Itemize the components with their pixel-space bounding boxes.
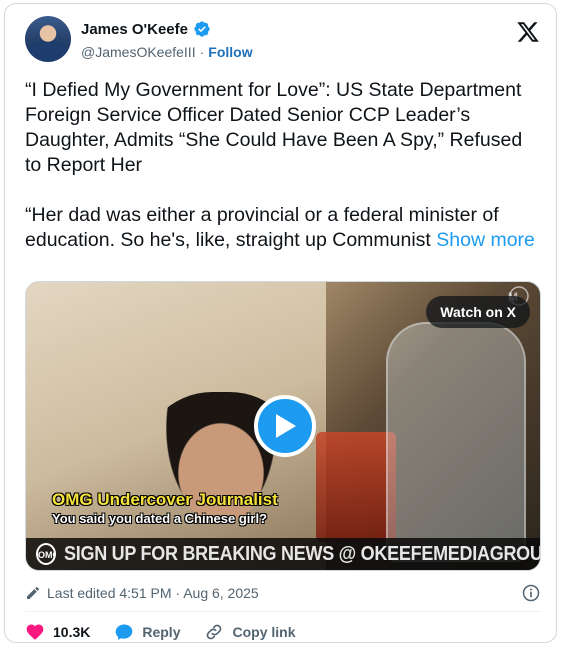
pencil-icon [27, 586, 40, 599]
video-caption-line: You said you dated a Chinese girl? [52, 511, 268, 526]
info-icon[interactable] [521, 583, 541, 603]
edited-row: Last edited 4:51 PM · Aug 6, 2025 [25, 582, 541, 604]
reply-bubble-icon [116, 624, 133, 640]
x-logo-icon[interactable] [516, 20, 540, 44]
play-icon [276, 414, 296, 438]
author-handle-row: @JamesOKeefeIII · Follow [81, 44, 253, 60]
show-more-link[interactable]: Show more [436, 229, 535, 251]
verified-badge-icon [194, 21, 210, 37]
banner-text: SIGN UP FOR BREAKING NEWS @ OKEEFEMEDIAG… [64, 542, 541, 565]
svg-text:OMG: OMG [38, 550, 54, 560]
like-count: 10.3K [53, 624, 91, 640]
copy-link-label: Copy link [232, 624, 296, 640]
heart-icon [26, 624, 44, 640]
edited-timestamp[interactable]: Last edited 4:51 PM · Aug 6, 2025 [47, 585, 259, 601]
copy-link-button[interactable]: Copy link [204, 622, 296, 642]
watch-on-x-button[interactable]: Watch on X [426, 296, 530, 328]
divider [25, 611, 541, 612]
separator-dot: · [199, 44, 205, 60]
video-frame-bottle [386, 322, 526, 562]
tweet-card: James O'Keefe @JamesOKeefeIII · Follow “… [4, 3, 557, 643]
reply-label: Reply [142, 624, 181, 640]
tweet-text: “I Defied My Government for Love”: US St… [25, 78, 540, 253]
omg-logo: OMG [36, 543, 56, 565]
tweet-paragraph-1: “I Defied My Government for Love”: US St… [25, 79, 523, 176]
play-button[interactable] [254, 395, 316, 457]
reply-button[interactable]: Reply [114, 622, 180, 642]
video-caption-title: OMG Undercover Journalist [52, 490, 278, 509]
follow-button[interactable]: Follow [208, 44, 252, 60]
avatar[interactable] [25, 16, 71, 62]
link-icon [207, 624, 222, 640]
like-button[interactable]: 10.3K [25, 622, 90, 642]
tweet-header: James O'Keefe @JamesOKeefeIII · Follow [25, 14, 540, 64]
tweet-paragraph-2: “Her dad was either a provincial or a fe… [25, 203, 540, 253]
tweet-paragraph-2-text: “Her dad was either a provincial or a fe… [25, 204, 499, 251]
author-name[interactable]: James O'Keefe [81, 21, 188, 38]
author-handle[interactable]: @JamesOKeefeIII [81, 44, 196, 60]
author-name-row: James O'Keefe [81, 20, 211, 38]
video-banner: OMG SIGN UP FOR BREAKING NEWS @ OKEEFEME… [26, 538, 540, 570]
video-frame-glass [316, 432, 396, 542]
action-bar: 10.3K Reply Copy link [25, 621, 320, 642]
video-player[interactable]: M Watch on X OMG Undercover Journalist Y… [25, 281, 541, 571]
